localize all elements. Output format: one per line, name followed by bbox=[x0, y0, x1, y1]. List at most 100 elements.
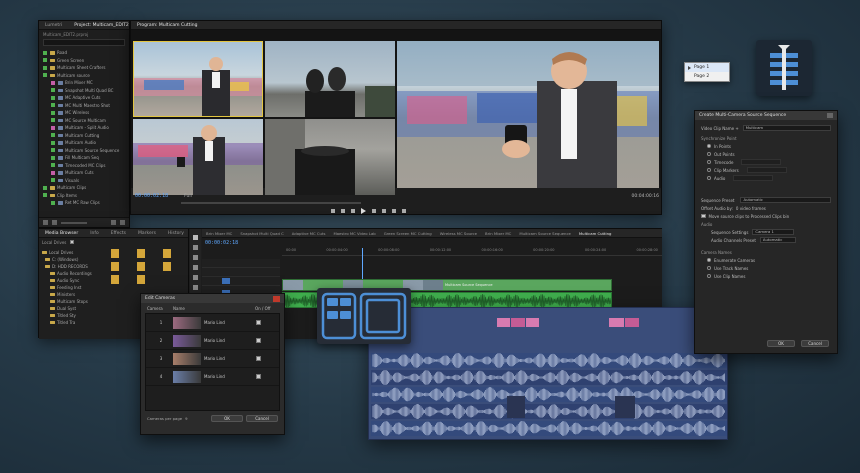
track-header-v3[interactable] bbox=[202, 259, 280, 268]
track-header-v1[interactable] bbox=[202, 277, 280, 286]
name-input[interactable]: Multicam bbox=[742, 125, 831, 131]
media-browser-item[interactable]: Titled Tra bbox=[42, 319, 100, 326]
timeline-tab[interactable]: Green Screen MC Cutting bbox=[380, 231, 436, 236]
file-icon[interactable] bbox=[163, 262, 171, 271]
audio-waveforms[interactable] bbox=[369, 352, 729, 440]
zoom-slider[interactable] bbox=[61, 221, 87, 224]
tab-lumetri[interactable]: Lumetri bbox=[39, 23, 68, 28]
step-forward-icon[interactable] bbox=[372, 208, 376, 213]
multicam-viewer[interactable] bbox=[131, 30, 661, 195]
step-back-icon[interactable] bbox=[351, 208, 355, 213]
sync-option[interactable]: Out Points bbox=[707, 150, 831, 158]
seq-settings-select[interactable]: Camera 1 bbox=[752, 229, 795, 235]
media-browser-item[interactable]: Feeding Inst bbox=[42, 284, 100, 291]
program-fit-select[interactable]: Full bbox=[184, 194, 192, 199]
project-item[interactable]: MC Source Multicam bbox=[43, 117, 125, 125]
media-browser-item[interactable]: Multicam Stops bbox=[42, 298, 100, 305]
camera-row[interactable]: 4 Mario Lind bbox=[146, 368, 279, 386]
project-item[interactable]: Clip Items bbox=[43, 192, 125, 200]
track-select-tool-icon[interactable] bbox=[193, 245, 198, 250]
media-browser-item[interactable]: Audio Recordings bbox=[42, 270, 100, 277]
cameras-per-page-value[interactable]: 9 bbox=[185, 416, 187, 421]
camera-names-option[interactable]: Enumerate Cameras bbox=[707, 256, 831, 264]
pink-clip-group-1[interactable] bbox=[497, 318, 539, 327]
ok-button[interactable]: OK bbox=[767, 340, 795, 347]
radio-button[interactable] bbox=[707, 152, 711, 156]
project-item[interactable]: Ret MC Raw Clips bbox=[43, 199, 125, 207]
media-browser-item[interactable]: Local Drives bbox=[42, 249, 100, 256]
camera-on-checkbox[interactable] bbox=[256, 356, 261, 361]
media-browser-item[interactable]: Dual Syst bbox=[42, 305, 100, 312]
timeline-tab[interactable]: Snapshot Multi Quad C bbox=[236, 231, 287, 236]
timeline-tab[interactable]: Maestro MC Video Lab bbox=[329, 231, 379, 236]
project-item[interactable]: Multicam Cuts bbox=[43, 169, 125, 177]
camera-row[interactable]: 1 Mario Lind bbox=[146, 314, 279, 332]
tab-project[interactable]: Project: Multicam_EDIT2 bbox=[68, 23, 134, 28]
radio-button[interactable] bbox=[707, 274, 711, 278]
razor-tool-icon[interactable] bbox=[193, 265, 198, 270]
sync-option-field[interactable] bbox=[741, 159, 782, 165]
radio-button[interactable] bbox=[707, 144, 711, 148]
sync-option[interactable]: In Points bbox=[707, 142, 831, 150]
tab-effects[interactable]: Effects bbox=[105, 231, 132, 236]
multicam-button-icon[interactable] bbox=[756, 40, 812, 96]
project-item[interactable]: MC Wireless bbox=[43, 109, 125, 117]
media-browser-ingest-checkbox[interactable] bbox=[70, 240, 74, 244]
media-browser-item[interactable]: Titled Sty bbox=[42, 312, 100, 319]
camera-4-view[interactable] bbox=[265, 119, 395, 195]
camera-on-checkbox[interactable] bbox=[256, 320, 261, 325]
project-item[interactable]: Multicam - Split Audio bbox=[43, 124, 125, 132]
ripple-edit-tool-icon[interactable] bbox=[193, 255, 198, 260]
mark-out-icon[interactable] bbox=[341, 208, 345, 213]
timeline-tab[interactable]: Adaptive MC Cuts bbox=[288, 231, 330, 236]
project-item[interactable]: Road bbox=[43, 49, 125, 57]
project-item[interactable]: Visuals bbox=[43, 177, 125, 185]
new-item-icon[interactable] bbox=[111, 220, 116, 225]
mark-in-icon[interactable] bbox=[331, 208, 335, 213]
media-browser-item[interactable]: Audio Sync bbox=[42, 277, 100, 284]
program-scrub-bar[interactable] bbox=[181, 202, 361, 204]
play-icon[interactable] bbox=[361, 207, 366, 214]
audio-channels-select[interactable]: Automatic bbox=[759, 237, 796, 243]
move-source-checkbox[interactable] bbox=[701, 213, 706, 219]
camera-names-option[interactable]: Use Track Names bbox=[707, 264, 831, 272]
project-item[interactable]: MC Adaptive Cuts bbox=[43, 94, 125, 102]
project-search-input[interactable] bbox=[43, 39, 125, 46]
tab-markers[interactable]: Markers bbox=[132, 231, 162, 236]
file-icon[interactable] bbox=[137, 249, 145, 258]
extract-icon[interactable] bbox=[392, 208, 396, 213]
pen-tool-icon[interactable] bbox=[193, 285, 198, 290]
slip-tool-icon[interactable] bbox=[193, 275, 198, 280]
camera-name[interactable]: Mario Lind bbox=[204, 338, 256, 343]
timeline-tab[interactable]: Multicam Cutting bbox=[575, 231, 616, 236]
tab-program[interactable]: Program: Multicam Cutting bbox=[131, 23, 203, 28]
camera-name[interactable]: Mario Lind bbox=[204, 374, 256, 379]
project-item[interactable]: Multicam Clips bbox=[43, 184, 125, 192]
project-item[interactable]: Multicam Audio bbox=[43, 139, 125, 147]
project-item[interactable]: Timecoded MC Clips bbox=[43, 162, 125, 170]
file-icon[interactable] bbox=[111, 262, 119, 271]
tab-info[interactable]: Info bbox=[84, 231, 105, 236]
export-frame-icon[interactable] bbox=[402, 208, 406, 213]
file-icon[interactable] bbox=[163, 249, 171, 258]
cancel-button[interactable]: Cancel bbox=[801, 340, 829, 347]
camera-name[interactable]: Mario Lind bbox=[204, 356, 256, 361]
radio-button[interactable] bbox=[707, 168, 711, 172]
project-item[interactable]: Fill Multicam Seq bbox=[43, 154, 125, 162]
list-view-icon[interactable] bbox=[43, 220, 48, 225]
multi-camera-view-icon[interactable] bbox=[317, 288, 411, 344]
camera-row[interactable]: 2 Mario Lind bbox=[146, 332, 279, 350]
timeline-tab[interactable]: Brin Mixer MC bbox=[481, 231, 515, 236]
file-icon[interactable] bbox=[137, 275, 145, 284]
camera-3-view[interactable] bbox=[133, 119, 263, 195]
camera-row[interactable]: 3 Mario Lind bbox=[146, 350, 279, 368]
sync-option[interactable]: Audio bbox=[707, 174, 831, 182]
project-item[interactable]: Multicam Sheet Crafters bbox=[43, 64, 125, 72]
sync-option[interactable]: Timecode bbox=[707, 158, 831, 166]
timeline-tab[interactable]: Multicam Source Sequence bbox=[515, 231, 575, 236]
file-icon[interactable] bbox=[111, 249, 119, 258]
cancel-button[interactable]: Cancel bbox=[246, 415, 278, 422]
sync-option-field[interactable] bbox=[733, 175, 774, 181]
sync-option-field[interactable] bbox=[746, 167, 787, 173]
media-browser-item[interactable]: Ministers bbox=[42, 291, 100, 298]
